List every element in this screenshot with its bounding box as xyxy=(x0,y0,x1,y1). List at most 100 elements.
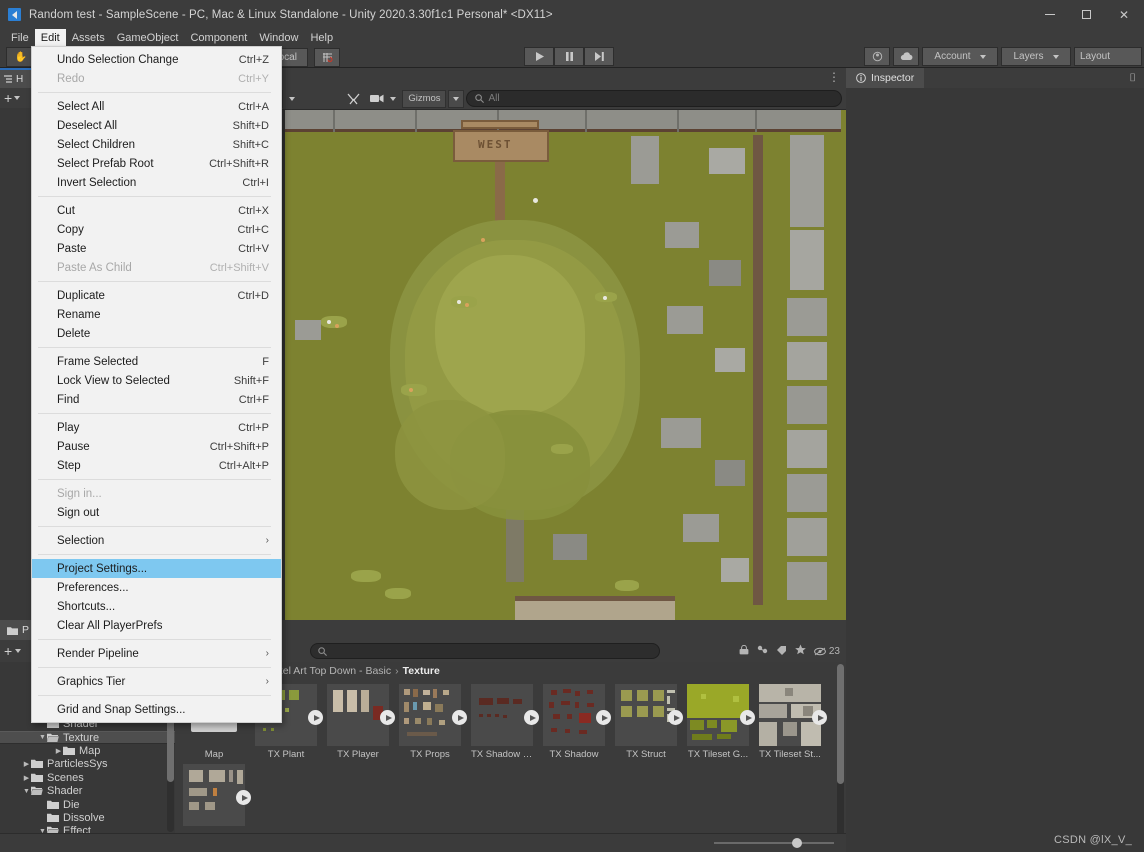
menu-item-find[interactable]: Find Ctrl+F xyxy=(32,390,281,409)
tree-item-map[interactable]: ▶ Map xyxy=(0,744,175,757)
hidden-assets-count[interactable]: 23 xyxy=(813,646,840,657)
collab-icon[interactable] xyxy=(864,47,890,66)
menu-item-select-prefab-root[interactable]: Select Prefab Root Ctrl+Shift+R xyxy=(32,154,281,173)
filter-label-icon[interactable] xyxy=(776,645,787,658)
gizmos-dropdown[interactable] xyxy=(448,89,465,108)
project-add-button[interactable]: + xyxy=(4,644,12,658)
breadcrumb-item[interactable]: Pixel Art Top Down - Basic xyxy=(268,665,391,677)
asset-cell[interactable]: TX Tileset St... xyxy=(759,684,827,760)
project-search-input[interactable] xyxy=(310,643,660,659)
menu-item-pause[interactable]: Pause Ctrl+Shift+P xyxy=(32,437,281,456)
menu-item-deselect-all[interactable]: Deselect All Shift+D xyxy=(32,116,281,135)
hierarchy-add-button[interactable]: + xyxy=(4,91,12,105)
panel-menu-icon[interactable]: ⋮ xyxy=(828,70,840,84)
menu-help[interactable]: Help xyxy=(304,29,339,46)
asset-cell[interactable]: TX Shadow xyxy=(543,684,611,760)
menu-file[interactable]: File xyxy=(5,29,35,46)
chevron-down-icon[interactable]: ▼ xyxy=(38,734,47,741)
menu-item-clear-all-playerprefs[interactable]: Clear All PlayerPrefs xyxy=(32,616,281,635)
maximize-icon[interactable] xyxy=(1068,0,1104,29)
menu-item-graphics-tier[interactable]: Graphics Tier › xyxy=(32,672,281,691)
menu-item-preferences[interactable]: Preferences... xyxy=(32,578,281,597)
tree-item-dissolve[interactable]: Dissolve xyxy=(0,811,175,824)
menu-item-play[interactable]: Play Ctrl+P xyxy=(32,418,281,437)
chevron-down-icon[interactable] xyxy=(14,96,21,100)
menu-item-grid-and-snap-settings[interactable]: Grid and Snap Settings... xyxy=(32,700,281,719)
texture-thumbnail[interactable] xyxy=(183,764,251,826)
asset-cell[interactable] xyxy=(183,764,251,829)
grid-snap-icon[interactable] xyxy=(314,47,340,67)
menu-item-undo-selection-change[interactable]: Undo Selection Change Ctrl+Z xyxy=(32,50,281,69)
tree-item-die[interactable]: Die xyxy=(0,798,175,811)
tools-icon[interactable] xyxy=(343,90,364,108)
play-button[interactable] xyxy=(524,47,554,66)
expand-sprite-button[interactable] xyxy=(524,710,539,725)
expand-sprite-button[interactable] xyxy=(308,710,323,725)
menu-item-select-children[interactable]: Select Children Shift+C xyxy=(32,135,281,154)
step-button[interactable] xyxy=(584,47,614,66)
asset-cell[interactable]: TX Player xyxy=(327,684,395,760)
texture-thumbnail[interactable] xyxy=(615,684,683,746)
minimize-icon[interactable] xyxy=(1032,0,1068,29)
menu-item-lock-view-to-selected[interactable]: Lock View to Selected Shift+F xyxy=(32,371,281,390)
close-icon[interactable]: ✕ xyxy=(1104,0,1144,29)
tree-item-texture[interactable]: ▼ Texture xyxy=(0,730,175,745)
hierarchy-tab[interactable]: H xyxy=(0,68,34,88)
gizmos-button[interactable]: Gizmos xyxy=(402,89,447,108)
lock-icon[interactable]: ⌷ xyxy=(1129,72,1136,85)
menu-window[interactable]: Window xyxy=(253,29,304,46)
tree-item-scenes[interactable]: ▶ Scenes xyxy=(0,771,175,784)
pause-button[interactable] xyxy=(554,47,584,66)
inspector-tab[interactable]: Inspector xyxy=(846,68,925,88)
menu-item-copy[interactable]: Copy Ctrl+C xyxy=(32,220,281,239)
menu-item-delete[interactable]: Delete xyxy=(32,324,281,343)
menu-edit[interactable]: Edit xyxy=(34,29,66,46)
chevron-down-icon[interactable]: ▼ xyxy=(22,788,31,795)
scene-search-input[interactable]: All xyxy=(466,90,842,107)
tree-item-particlessys[interactable]: ▶ ParticlesSys xyxy=(0,758,175,771)
texture-thumbnail[interactable] xyxy=(327,684,395,746)
expand-sprite-button[interactable] xyxy=(668,710,683,725)
menu-item-select-all[interactable]: Select All Ctrl+A xyxy=(32,97,281,116)
menu-item-render-pipeline[interactable]: Render Pipeline › xyxy=(32,644,281,663)
texture-thumbnail[interactable] xyxy=(543,684,611,746)
menu-item-sign-out[interactable]: Sign out xyxy=(32,503,281,522)
breadcrumb-item[interactable]: Texture xyxy=(403,665,440,677)
chevron-right-icon[interactable]: ▶ xyxy=(22,774,31,782)
cloud-icon[interactable] xyxy=(893,47,919,66)
chevron-down-icon[interactable] xyxy=(15,649,22,653)
asset-cell[interactable]: TX Shadow P... xyxy=(471,684,539,760)
menu-item-rename[interactable]: Rename xyxy=(32,305,281,324)
menu-item-step[interactable]: Step Ctrl+Alt+P xyxy=(32,456,281,475)
expand-sprite-button[interactable] xyxy=(236,790,251,805)
expand-sprite-button[interactable] xyxy=(452,710,467,725)
texture-thumbnail[interactable] xyxy=(687,684,755,746)
camera-icon[interactable] xyxy=(366,90,400,108)
texture-thumbnail[interactable] xyxy=(759,684,827,746)
menu-item-selection[interactable]: Selection › xyxy=(32,531,281,550)
lock-toggle-icon[interactable] xyxy=(739,644,749,658)
texture-thumbnail[interactable] xyxy=(399,684,467,746)
menu-component[interactable]: Component xyxy=(184,29,253,46)
expand-sprite-button[interactable] xyxy=(380,710,395,725)
expand-sprite-button[interactable] xyxy=(740,710,755,725)
layers-dropdown[interactable]: Layers xyxy=(1001,47,1071,66)
texture-thumbnail[interactable] xyxy=(471,684,539,746)
zoom-slider-knob[interactable] xyxy=(792,838,802,848)
grid-dropdown[interactable] xyxy=(285,90,299,108)
menu-item-invert-selection[interactable]: Invert Selection Ctrl+I xyxy=(32,173,281,192)
asset-scrollbar[interactable] xyxy=(837,664,844,844)
asset-cell[interactable]: TX Struct xyxy=(615,684,683,760)
expand-sprite-button[interactable] xyxy=(812,710,827,725)
menu-item-paste[interactable]: Paste Ctrl+V xyxy=(32,239,281,258)
menu-item-frame-selected[interactable]: Frame Selected F xyxy=(32,352,281,371)
menu-item-project-settings[interactable]: Project Settings... xyxy=(32,559,281,578)
chevron-right-icon[interactable]: ▶ xyxy=(22,760,31,768)
layout-dropdown[interactable]: Layout xyxy=(1074,47,1142,66)
menu-assets[interactable]: Assets xyxy=(66,29,111,46)
expand-sprite-button[interactable] xyxy=(596,710,611,725)
account-dropdown[interactable]: Account xyxy=(922,47,998,66)
asset-cell[interactable]: TX Props xyxy=(399,684,467,760)
menu-item-duplicate[interactable]: Duplicate Ctrl+D xyxy=(32,286,281,305)
menu-gameobject[interactable]: GameObject xyxy=(111,29,185,46)
